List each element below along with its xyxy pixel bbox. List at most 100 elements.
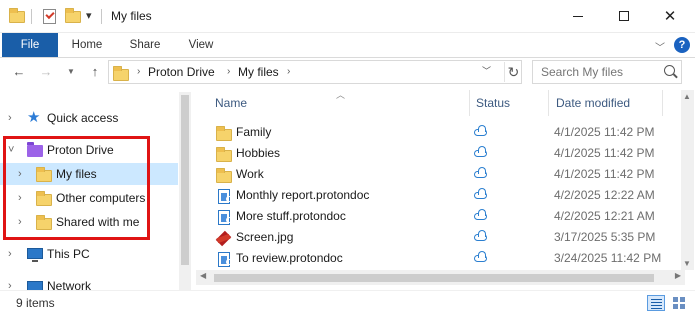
column-divider[interactable] (548, 90, 549, 116)
up-button[interactable]: ↑ (86, 63, 104, 81)
file-date: 3/24/2025 11:42 PM (554, 251, 662, 265)
network-icon (27, 279, 43, 290)
nav-item-network[interactable]: › Network (0, 275, 178, 290)
help-icon[interactable]: ? (674, 37, 690, 53)
scrollbar-thumb[interactable] (181, 95, 189, 265)
tab-file[interactable]: File (2, 33, 58, 57)
tiles-view-icon (673, 297, 678, 302)
search-input[interactable] (541, 64, 656, 80)
scroll-down-icon[interactable]: ▼ (683, 259, 691, 268)
close-button[interactable]: ✕ (647, 0, 693, 32)
column-header-name[interactable]: Name (215, 94, 247, 112)
search-box[interactable] (532, 60, 682, 84)
file-list-vertical-scrollbar[interactable]: ▲ ▼ (681, 90, 694, 270)
nav-item-shared-with-me[interactable]: › Shared with me (0, 211, 178, 233)
expand-ribbon-icon[interactable]: ﹀ (655, 39, 665, 54)
file-date: 4/1/2025 11:42 PM (554, 167, 655, 181)
chevron-right-icon[interactable]: › (8, 243, 12, 265)
chevron-right-icon[interactable]: › (8, 275, 12, 290)
file-row[interactable]: Screen.jpg 3/17/2025 5:35 PM (210, 227, 680, 248)
tab-share[interactable]: Share (122, 33, 168, 57)
chevron-right-icon[interactable]: › (18, 187, 22, 209)
nav-item-proton-drive[interactable]: ˅ Proton Drive (0, 139, 178, 161)
nav-item-my-files[interactable]: › My files (0, 163, 178, 185)
search-icon (664, 65, 675, 76)
nav-item-this-pc[interactable]: › This PC (0, 243, 178, 265)
image-file-icon (216, 231, 232, 245)
breadcrumb-proton-drive[interactable]: Proton Drive (148, 65, 215, 79)
column-header-status[interactable]: Status (476, 94, 510, 112)
nav-item-label: My files (56, 167, 97, 181)
chevron-right-icon[interactable]: › (18, 163, 22, 185)
nav-item-label: Network (47, 279, 92, 290)
folder-icon (36, 215, 52, 230)
cloud-icon (474, 251, 488, 263)
nav-pane-scrollbar[interactable] (179, 92, 191, 290)
minimize-button[interactable] (555, 0, 601, 32)
column-divider[interactable] (662, 90, 663, 116)
details-view-button[interactable] (647, 295, 665, 311)
scroll-right-icon[interactable]: ▶ (675, 271, 681, 280)
column-header-date-modified[interactable]: Date modified (556, 94, 630, 112)
details-view-icon (651, 302, 662, 303)
folder-icon (216, 168, 232, 183)
recent-locations-button[interactable]: ▼ (62, 63, 80, 81)
tab-view[interactable]: View (178, 33, 224, 57)
close-icon: ✕ (663, 7, 677, 25)
minimize-icon (573, 15, 583, 17)
cloud-icon (474, 209, 488, 221)
file-date: 4/1/2025 11:42 PM (554, 125, 655, 139)
tab-home[interactable]: Home (62, 33, 112, 57)
nav-item-label: Quick access (47, 111, 119, 125)
file-list-horizontal-scrollbar[interactable]: ◀ ▶ (196, 270, 685, 285)
file-row[interactable]: Monthly report.protondoc 4/2/2025 12:22 … (210, 185, 680, 206)
tiles-view-icon (680, 297, 685, 302)
breadcrumb-separator-icon[interactable]: › (137, 65, 140, 79)
back-button[interactable]: ← (10, 63, 28, 81)
scroll-up-icon[interactable]: ▲ (683, 92, 691, 101)
maximize-button[interactable] (601, 0, 647, 32)
nav-item-label: Other computers (56, 191, 146, 205)
folder-icon[interactable] (9, 8, 25, 24)
file-date: 4/2/2025 12:22 AM (554, 188, 655, 202)
cloud-icon (474, 230, 488, 242)
file-row[interactable]: Family 4/1/2025 11:42 PM (210, 122, 680, 143)
window-title: My files (111, 9, 152, 23)
file-date: 3/17/2025 5:35 PM (554, 230, 656, 244)
scroll-left-icon[interactable]: ◀ (200, 271, 206, 280)
refresh-button[interactable]: ↻ (504, 62, 522, 82)
nav-item-label: Proton Drive (47, 143, 114, 157)
breadcrumb-my-files[interactable]: My files (238, 65, 279, 79)
proton-doc-icon (216, 252, 232, 267)
nav-item-quick-access[interactable]: › ★ Quick access (0, 107, 178, 129)
address-history-icon[interactable]: ﹀ (482, 64, 491, 77)
properties-icon[interactable] (43, 8, 59, 24)
file-name: Hobbies (236, 146, 281, 160)
file-row[interactable]: More stuff.protondoc 4/2/2025 12:21 AM (210, 206, 680, 227)
file-row[interactable]: Hobbies 4/1/2025 11:42 PM (210, 143, 680, 164)
arrow-up-icon: ↑ (91, 64, 99, 79)
scrollbar-thumb[interactable] (214, 274, 654, 282)
file-name: More stuff.protondoc (236, 209, 346, 223)
arrow-left-icon: ← (12, 64, 26, 79)
chevron-right-icon[interactable]: › (18, 211, 22, 233)
breadcrumb-separator-icon[interactable]: › (227, 65, 230, 79)
details-view-icon (651, 299, 662, 300)
chevron-down-icon[interactable]: ˅ (8, 139, 14, 161)
large-icons-view-button[interactable] (670, 295, 688, 311)
nav-item-label: Shared with me (56, 215, 140, 229)
forward-button[interactable]: → (37, 63, 55, 81)
sort-ascending-icon: ︿ (336, 90, 346, 100)
file-row[interactable]: To review.protondoc 3/24/2025 11:42 PM (210, 248, 680, 269)
address-bar[interactable]: › Proton Drive › My files › (108, 60, 522, 84)
customize-toolbar-icon[interactable]: ▾ (86, 9, 92, 23)
breadcrumb-separator-icon[interactable]: › (287, 65, 290, 79)
status-bar: 9 items (0, 290, 695, 314)
new-folder-icon[interactable] (65, 8, 81, 24)
column-divider[interactable] (469, 90, 470, 116)
chevron-right-icon[interactable]: › (8, 107, 12, 129)
cloud-icon (474, 188, 488, 200)
nav-item-other-computers[interactable]: › Other computers (0, 187, 178, 209)
file-row[interactable]: Work 4/1/2025 11:42 PM (210, 164, 680, 185)
ribbon: File Home Share View ﹀ ? (0, 33, 695, 58)
